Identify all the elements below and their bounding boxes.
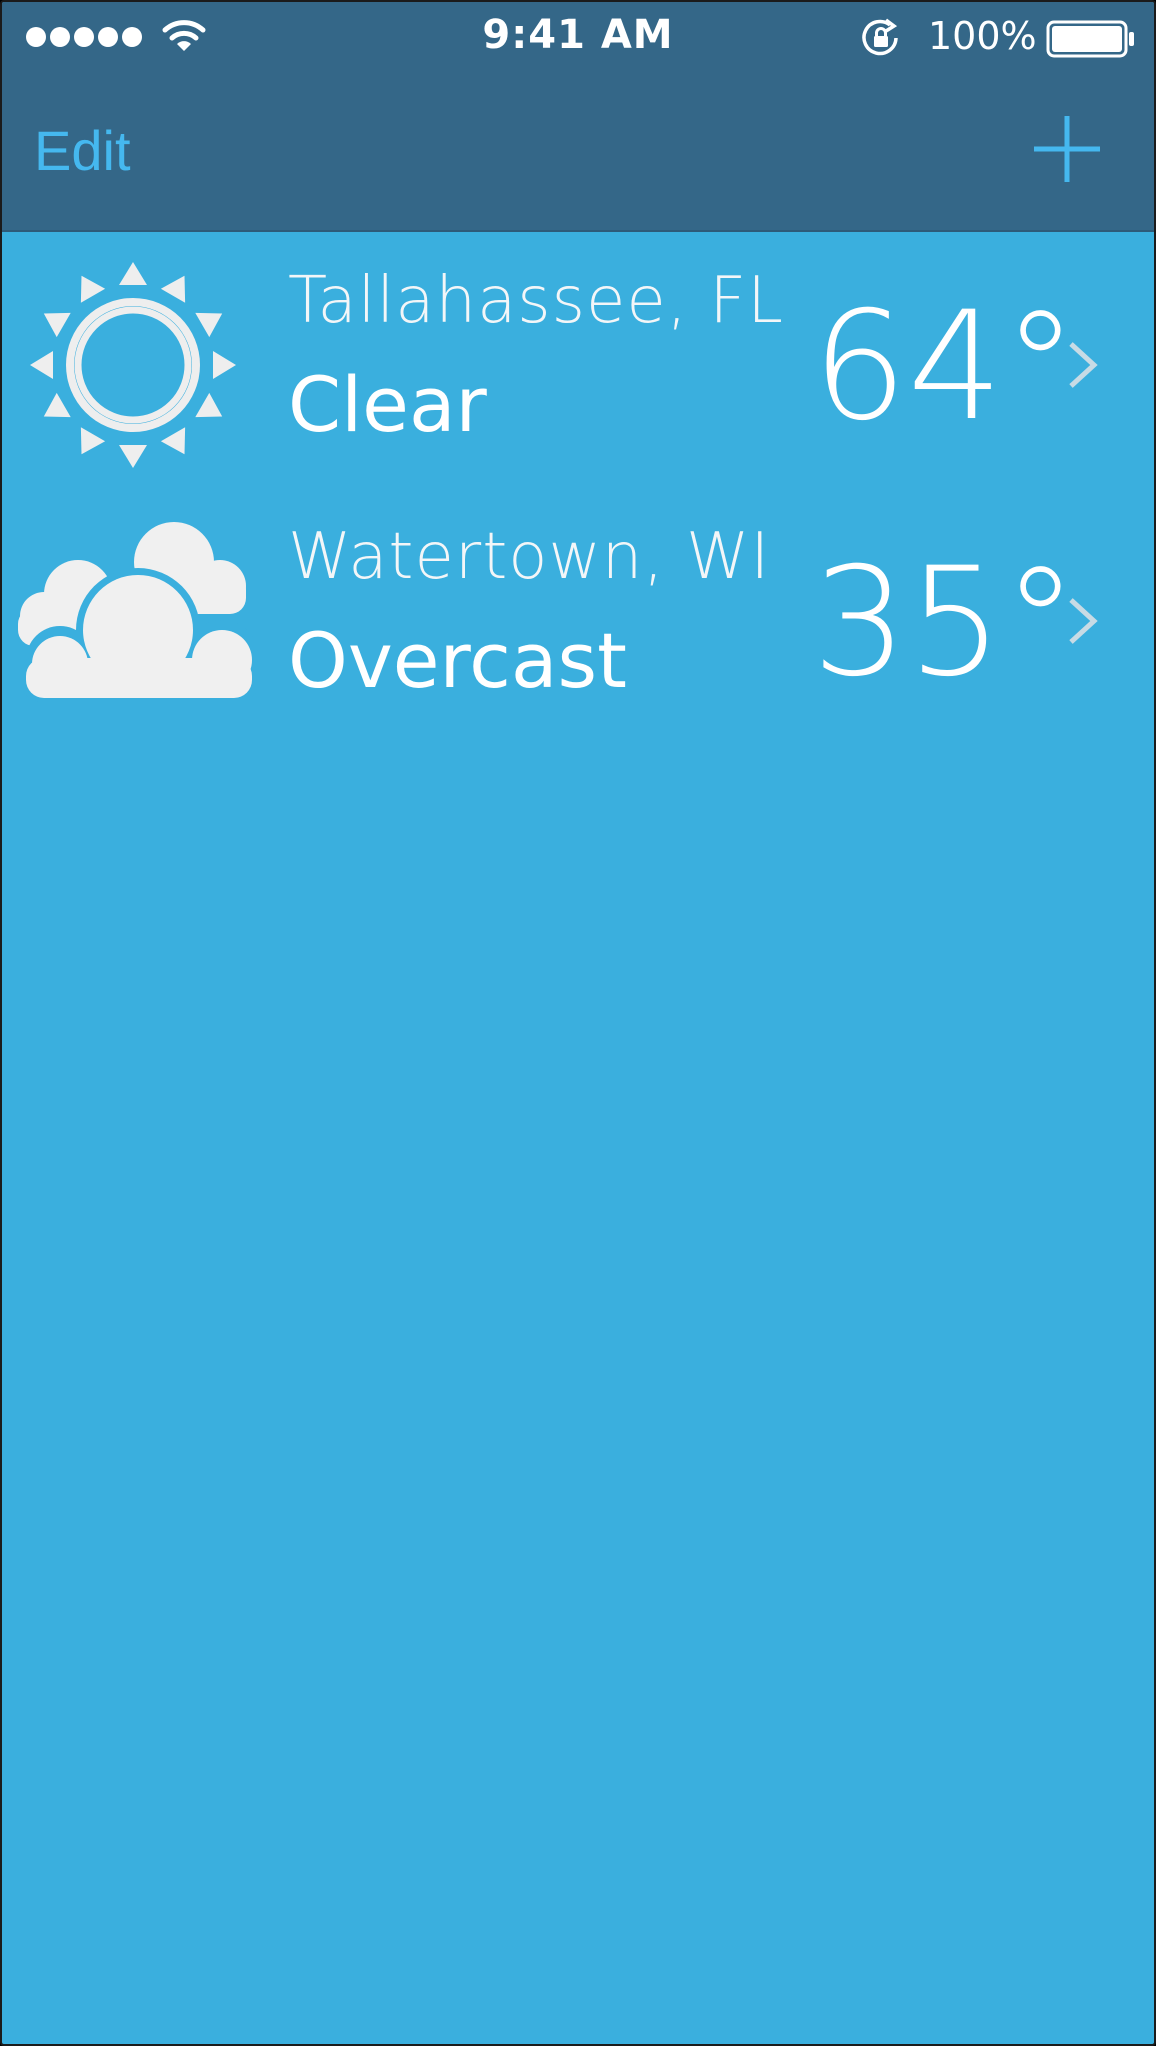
status-bar: 9:41 AM 100%	[2, 2, 1154, 74]
location-row-tallahassee[interactable]: Tallahassee, FL Clear 64°	[2, 232, 1154, 488]
chevron-right-icon	[1069, 598, 1098, 644]
temperature: 64°	[812, 280, 1078, 454]
edit-button[interactable]: Edit	[34, 118, 131, 183]
condition-text: Clear	[288, 360, 487, 449]
sun-icon	[30, 262, 236, 468]
chevron-right-icon	[1069, 342, 1098, 388]
phone-screen: 9:41 AM 100% Edit Tallahassee, FL Clear …	[0, 0, 1156, 2046]
orientation-lock-icon	[862, 18, 898, 56]
clouds-icon	[18, 522, 260, 702]
city-name: Watertown, WI	[288, 520, 771, 594]
location-row-watertown[interactable]: Watertown, WI Overcast 35°	[2, 488, 1154, 744]
temperature: 35°	[812, 536, 1078, 710]
city-name: Tallahassee, FL	[288, 264, 784, 338]
navigation-bar: Edit	[2, 74, 1154, 232]
plus-icon[interactable]	[1032, 114, 1102, 184]
condition-text: Overcast	[288, 616, 627, 705]
battery-percent: 100%	[928, 14, 1037, 58]
battery-icon	[1046, 20, 1134, 58]
